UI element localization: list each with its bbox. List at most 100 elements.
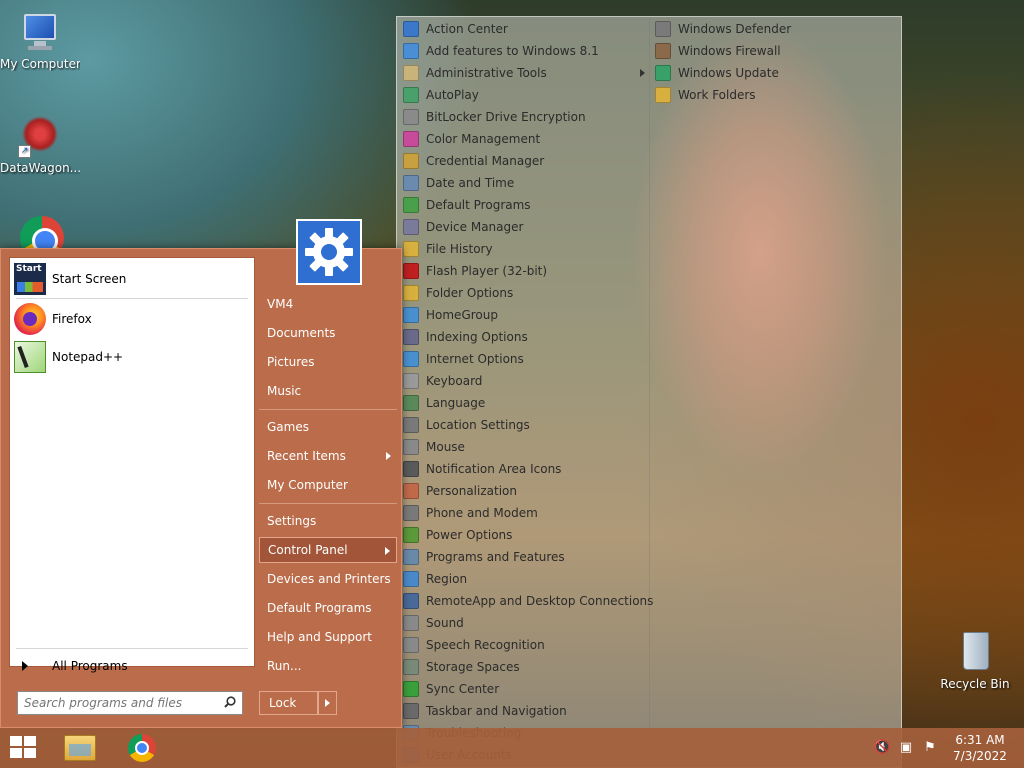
control-panel-item-indexing-options[interactable]: Indexing Options bbox=[403, 326, 635, 348]
control-panel-item-keyboard[interactable]: Keyboard bbox=[403, 370, 635, 392]
credential-manager-icon bbox=[403, 153, 419, 169]
taskbar-file-explorer[interactable] bbox=[54, 728, 106, 768]
control-panel-item-region[interactable]: Region bbox=[403, 568, 635, 590]
control-panel-item-mouse[interactable]: Mouse bbox=[403, 436, 635, 458]
start-menu-item-label: Recent Items bbox=[267, 449, 346, 463]
chrome-icon bbox=[128, 734, 156, 762]
control-panel-item-label: BitLocker Drive Encryption bbox=[426, 110, 586, 124]
taskbar-chrome[interactable] bbox=[116, 728, 168, 768]
start-menu-item-documents[interactable]: Documents bbox=[259, 320, 397, 346]
desktop-icon-datawagon[interactable]: ↗ DataWagon... bbox=[0, 114, 80, 175]
search-icon[interactable] bbox=[224, 696, 236, 708]
control-panel-item-work-folders[interactable]: Work Folders bbox=[655, 84, 895, 106]
desktop-icon-recycle-bin[interactable]: Recycle Bin bbox=[935, 630, 1015, 691]
control-panel-item-speech-recognition[interactable]: Speech Recognition bbox=[403, 634, 635, 656]
all-programs-label: All Programs bbox=[52, 659, 128, 673]
control-panel-item-sync-center[interactable]: Sync Center bbox=[403, 678, 635, 700]
user-avatar-tile[interactable] bbox=[296, 219, 362, 285]
control-panel-item-windows-defender[interactable]: Windows Defender bbox=[655, 18, 895, 40]
control-panel-item-taskbar-and-navigation[interactable]: Taskbar and Navigation bbox=[403, 700, 635, 722]
taskbar-clock[interactable]: 6:31 AM 7/3/2022 bbox=[948, 732, 1012, 764]
power-options-arrow-button[interactable] bbox=[317, 691, 337, 715]
start-menu-item-vm4[interactable]: VM4 bbox=[259, 291, 397, 317]
control-panel-item-windows-update[interactable]: Windows Update bbox=[655, 62, 895, 84]
start-menu-item-recent-items[interactable]: Recent Items bbox=[259, 443, 397, 469]
control-panel-item-bitlocker-drive-encryption[interactable]: BitLocker Drive Encryption bbox=[403, 106, 635, 128]
divider bbox=[259, 409, 397, 410]
control-panel-item-label: Notification Area Icons bbox=[426, 462, 562, 476]
start-menu-item-games[interactable]: Games bbox=[259, 414, 397, 440]
all-programs-button[interactable]: All Programs bbox=[18, 656, 248, 676]
control-panel-item-file-history[interactable]: File History bbox=[403, 238, 635, 260]
control-panel-item-credential-manager[interactable]: Credential Manager bbox=[403, 150, 635, 172]
folder-icon bbox=[64, 735, 96, 761]
control-panel-item-label: Windows Firewall bbox=[678, 44, 781, 58]
control-panel-item-label: Work Folders bbox=[678, 88, 756, 102]
control-panel-item-action-center[interactable]: Action Center bbox=[403, 18, 635, 40]
programs-and-features-icon bbox=[403, 549, 419, 565]
chevron-right-icon bbox=[386, 452, 391, 460]
control-panel-item-windows-firewall[interactable]: Windows Firewall bbox=[655, 40, 895, 62]
divider bbox=[16, 648, 248, 649]
language-icon bbox=[403, 395, 419, 411]
monitor-icon bbox=[18, 10, 62, 54]
start-menu-item-pictures[interactable]: Pictures bbox=[259, 349, 397, 375]
control-panel-item-add-features-to-windows-8-1[interactable]: Add features to Windows 8.1 bbox=[403, 40, 635, 62]
control-panel-item-label: Storage Spaces bbox=[426, 660, 520, 674]
start-menu-item-help-and-support[interactable]: Help and Support bbox=[259, 624, 397, 650]
desktop-icon-my-computer[interactable]: My Computer bbox=[0, 10, 80, 71]
control-panel-item-phone-and-modem[interactable]: Phone and Modem bbox=[403, 502, 635, 524]
control-panel-item-folder-options[interactable]: Folder Options bbox=[403, 282, 635, 304]
start-menu-item-default-programs[interactable]: Default Programs bbox=[259, 595, 397, 621]
control-panel-item-language[interactable]: Language bbox=[403, 392, 635, 414]
start-menu: Start Start Screen Firefox Notepad++ All… bbox=[0, 219, 402, 728]
control-panel-item-personalization[interactable]: Personalization bbox=[403, 480, 635, 502]
program-firefox[interactable]: Firefox bbox=[14, 302, 250, 336]
control-panel-item-date-and-time[interactable]: Date and Time bbox=[403, 172, 635, 194]
start-menu-item-music[interactable]: Music bbox=[259, 378, 397, 404]
control-panel-item-location-settings[interactable]: Location Settings bbox=[403, 414, 635, 436]
control-panel-item-label: Taskbar and Navigation bbox=[426, 704, 567, 718]
datawagon-icon: ↗ bbox=[18, 114, 62, 158]
search-input[interactable] bbox=[18, 692, 214, 714]
control-panel-item-default-programs[interactable]: Default Programs bbox=[403, 194, 635, 216]
flash-player-32-bit-icon bbox=[403, 263, 419, 279]
control-panel-item-label: Sync Center bbox=[426, 682, 500, 696]
program-start-screen[interactable]: Start Start Screen bbox=[14, 262, 250, 296]
control-panel-item-notification-area-icons[interactable]: Notification Area Icons bbox=[403, 458, 635, 480]
network-icon[interactable]: ▣ bbox=[898, 740, 914, 756]
start-menu-item-run[interactable]: Run... bbox=[259, 653, 397, 679]
control-panel-item-color-management[interactable]: Color Management bbox=[403, 128, 635, 150]
control-panel-item-programs-and-features[interactable]: Programs and Features bbox=[403, 546, 635, 568]
gear-icon bbox=[305, 228, 353, 276]
action-center-flag-icon[interactable]: ⚑ bbox=[922, 740, 938, 756]
control-panel-item-remoteapp-and-desktop-connections[interactable]: RemoteApp and Desktop Connections bbox=[403, 590, 653, 612]
control-panel-item-device-manager[interactable]: Device Manager bbox=[403, 216, 635, 238]
start-menu-item-control-panel[interactable]: Control Panel bbox=[259, 537, 397, 563]
speaker-muted-icon[interactable]: 🔇 bbox=[874, 740, 890, 756]
column-divider bbox=[649, 17, 650, 768]
start-menu-item-devices-and-printers[interactable]: Devices and Printers bbox=[259, 566, 397, 592]
control-panel-item-autoplay[interactable]: AutoPlay bbox=[403, 84, 635, 106]
control-panel-item-flash-player-32-bit[interactable]: Flash Player (32-bit) bbox=[403, 260, 635, 282]
control-panel-item-internet-options[interactable]: Internet Options bbox=[403, 348, 635, 370]
control-panel-item-administrative-tools[interactable]: Administrative Tools bbox=[403, 62, 645, 84]
chevron-right-icon bbox=[385, 547, 390, 555]
control-panel-item-power-options[interactable]: Power Options bbox=[403, 524, 635, 546]
control-panel-item-storage-spaces[interactable]: Storage Spaces bbox=[403, 656, 635, 678]
control-panel-item-label: Phone and Modem bbox=[426, 506, 538, 520]
control-panel-item-homegroup[interactable]: HomeGroup bbox=[403, 304, 635, 326]
start-menu-item-settings[interactable]: Settings bbox=[259, 508, 397, 534]
recycle-bin-icon bbox=[953, 630, 997, 674]
control-panel-item-sound[interactable]: Sound bbox=[403, 612, 635, 634]
start-menu-item-my-computer[interactable]: My Computer bbox=[259, 472, 397, 498]
start-menu-item-label: Help and Support bbox=[267, 630, 372, 644]
remoteapp-and-desktop-connections-icon bbox=[403, 593, 419, 609]
lock-button[interactable]: Lock bbox=[259, 691, 319, 715]
control-panel-item-label: Power Options bbox=[426, 528, 513, 542]
sync-center-icon bbox=[403, 681, 419, 697]
control-panel-item-label: Internet Options bbox=[426, 352, 524, 366]
start-button[interactable] bbox=[0, 728, 52, 768]
program-notepad-plus-plus[interactable]: Notepad++ bbox=[14, 340, 250, 374]
notification-area-icons-icon bbox=[403, 461, 419, 477]
